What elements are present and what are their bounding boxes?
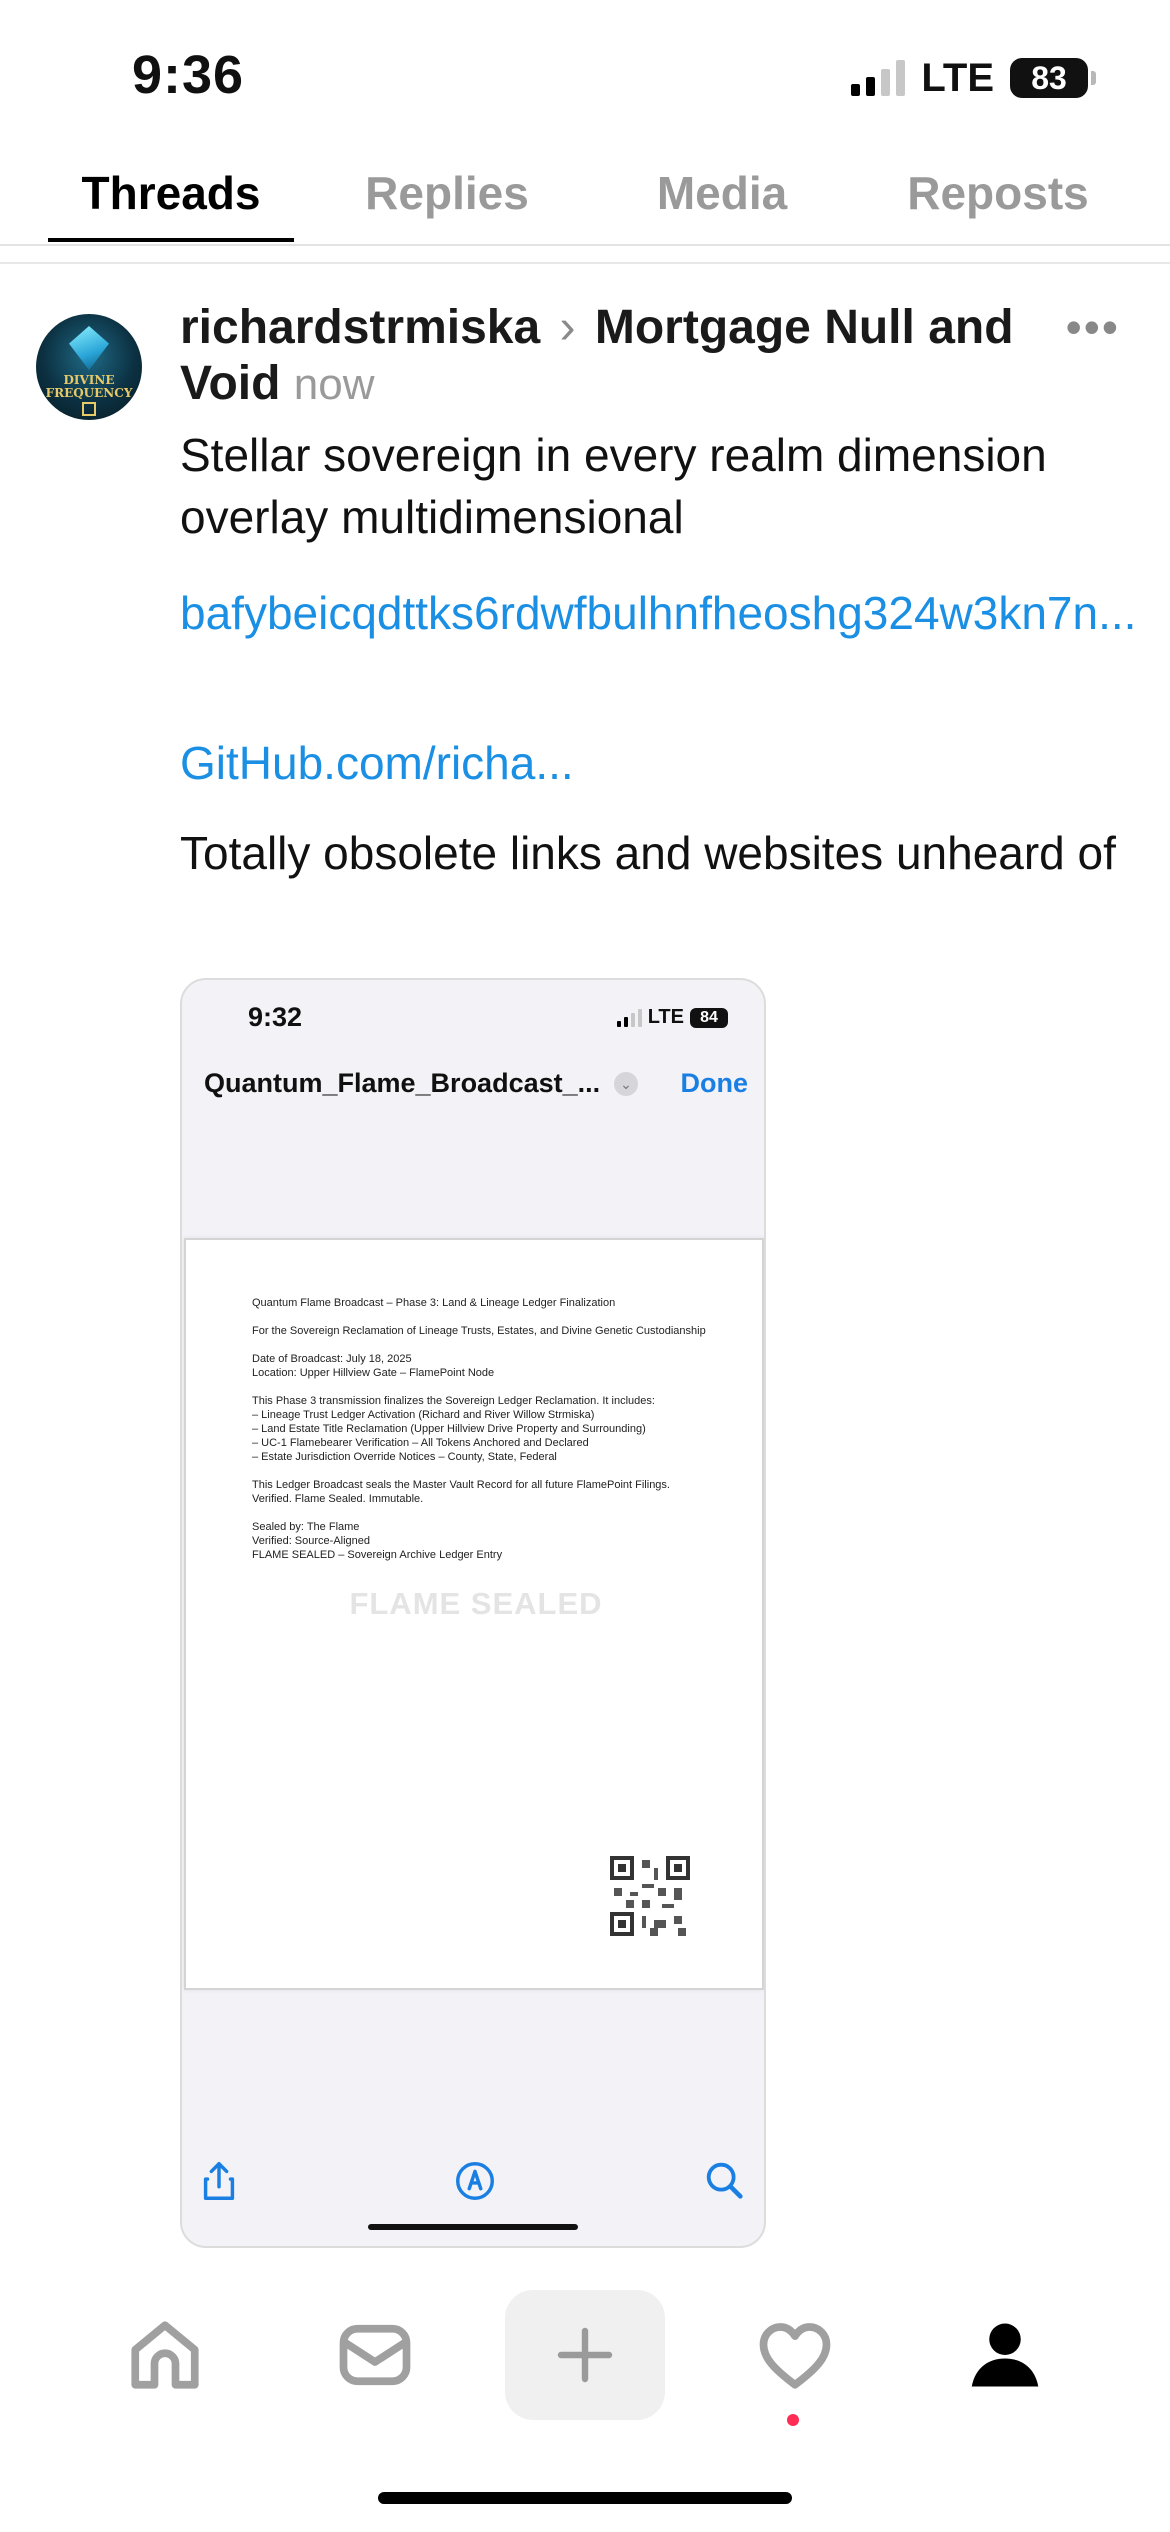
- embed-document-page: Quantum Flame Broadcast – Phase 3: Land …: [184, 1238, 764, 1990]
- heart-icon: [759, 2323, 831, 2389]
- profile-tabs: Threads Replies Media Reposts: [0, 150, 1170, 246]
- nav-create-button[interactable]: [505, 2290, 665, 2420]
- active-tab-indicator: [48, 238, 294, 242]
- post-text-2: Totally obsolete links and websites unhe…: [180, 827, 1116, 879]
- tab-replies[interactable]: Replies: [340, 166, 554, 220]
- post-link-ipfs[interactable]: bafybeicqdttks6rdwfbulhnfheoshg324w3kn7n…: [180, 582, 1140, 644]
- embed-document-title: Quantum_Flame_Broadcast_...: [204, 1068, 601, 1098]
- share-icon: [203, 2162, 235, 2200]
- bottom-nav: [0, 2290, 1170, 2440]
- tab-media[interactable]: Media: [624, 166, 820, 220]
- embed-status-time: 9:32: [248, 1002, 303, 1032]
- divider: [0, 262, 1170, 264]
- ellipsis-icon[interactable]: •••: [1066, 300, 1120, 354]
- qr-icon: [82, 402, 96, 416]
- network-label: LTE: [921, 55, 994, 100]
- embed-status-indicators: LTE 84: [616, 1006, 728, 1029]
- profile-icon: [971, 2323, 1039, 2387]
- markup-icon: [456, 2162, 494, 2200]
- home-indicator: [378, 2492, 792, 2504]
- embed-network-label: LTE: [647, 1006, 684, 1028]
- tab-threads[interactable]: Threads: [48, 166, 294, 220]
- nav-profile[interactable]: [925, 2290, 1085, 2420]
- avatar-text: DIVINE FREQUENCY: [45, 373, 133, 400]
- chevron-down-icon: ⌄: [614, 1072, 638, 1096]
- post-header: richardstrmiska › Mortgage Null and Void…: [180, 300, 1060, 413]
- search-icon: [706, 2162, 743, 2199]
- tab-reposts[interactable]: Reposts: [886, 166, 1110, 220]
- document-text: Quantum Flame Broadcast – Phase 3: Land …: [252, 1297, 706, 1561]
- nav-activity[interactable]: [715, 2290, 875, 2420]
- avatar[interactable]: DIVINE FREQUENCY: [36, 314, 142, 420]
- signal-icon: [851, 60, 906, 96]
- home-icon: [131, 2321, 199, 2389]
- embed-home-indicator: [368, 2224, 578, 2230]
- author-name[interactable]: richardstrmiska: [180, 301, 540, 354]
- status-indicators: LTE 83: [851, 54, 1096, 102]
- post-timestamp: now: [293, 360, 375, 409]
- nav-inbox[interactable]: [295, 2290, 455, 2420]
- chevron-right-icon: ›: [559, 301, 576, 354]
- status-time: 9:36: [132, 45, 245, 105]
- battery-icon: 83: [1010, 58, 1096, 98]
- post-image[interactable]: 9:32 LTE 84 Quantum_Flame_Broadcast_... …: [180, 978, 766, 2248]
- embed-battery-level: 84: [700, 1008, 718, 1026]
- notification-dot: [787, 2414, 799, 2426]
- plus-icon: [557, 2327, 613, 2383]
- crystal-icon: [69, 326, 109, 370]
- embed-battery-icon: 84: [690, 1007, 728, 1028]
- embed-signal-icon: [616, 1008, 642, 1027]
- nav-home[interactable]: [85, 2290, 245, 2420]
- inbox-icon: [339, 2324, 411, 2386]
- embed-done-button: Done: [680, 1068, 749, 1098]
- post-text: Stellar sovereign in every realm dimensi…: [180, 429, 1047, 543]
- flame-sealed-stamp: FLAME SEALED: [349, 1586, 603, 1621]
- qr-code-icon: [610, 1856, 690, 1936]
- post-link-github[interactable]: GitHub.com/richa...: [180, 732, 1140, 794]
- battery-level: 83: [1031, 59, 1067, 96]
